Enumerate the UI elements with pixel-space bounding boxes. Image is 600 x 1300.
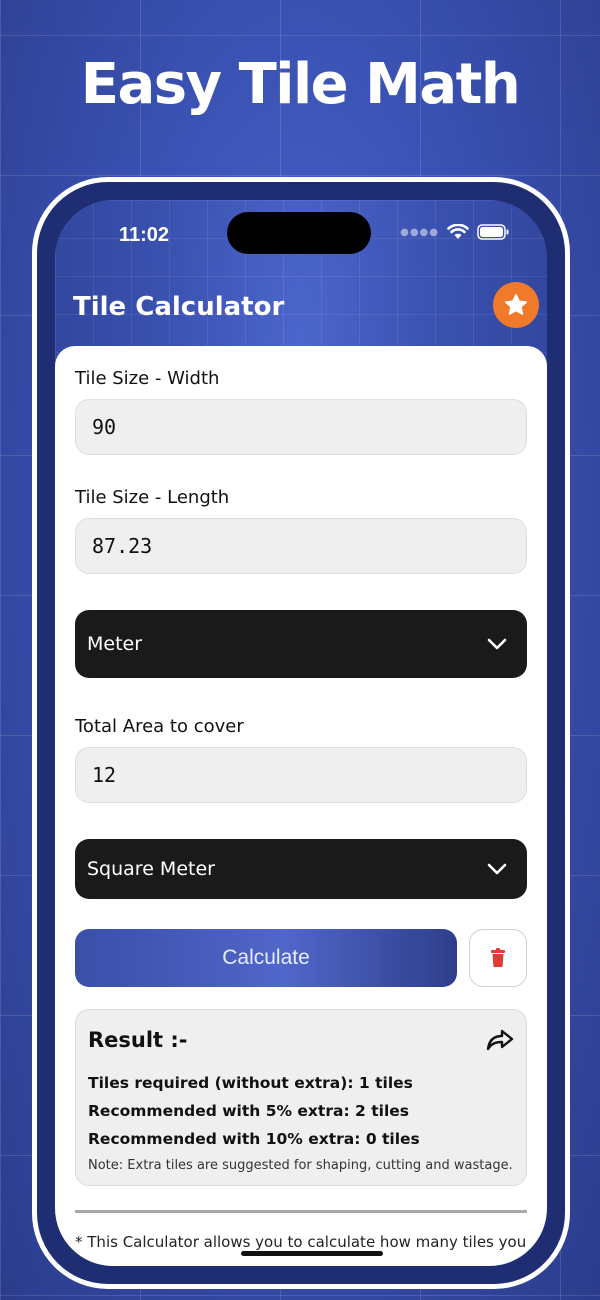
chevron-down-icon [487, 638, 507, 650]
result-line-5-percent: Recommended with 5% extra: 2 tiles [88, 1102, 409, 1120]
home-indicator [241, 1251, 383, 1256]
calculator-card: Tile Size - Width 90 Tile Size - Length … [55, 346, 547, 1266]
result-title: Result :- [88, 1028, 188, 1052]
result-line-no-extra: Tiles required (without extra): 1 tiles [88, 1074, 413, 1092]
chevron-down-icon [487, 863, 507, 875]
size-unit-value: Meter [87, 633, 143, 655]
length-value: 87.23 [92, 534, 153, 558]
width-input[interactable]: 90 [75, 399, 527, 455]
area-unit-value: Square Meter [87, 858, 215, 880]
calculate-button[interactable]: Calculate [75, 929, 457, 987]
battery-icon [477, 224, 509, 240]
width-label: Tile Size - Width [75, 368, 220, 389]
result-note: Note: Extra tiles are suggested for shap… [88, 1158, 513, 1173]
wifi-icon [447, 224, 469, 240]
divider [75, 1210, 527, 1213]
status-icons: ●●●● [400, 224, 509, 240]
result-header: Result :- [88, 1028, 514, 1052]
delete-button[interactable] [469, 929, 527, 987]
phone-screen: 11:02 ●●●● Tile Calculator Tile Size - W… [55, 200, 547, 1266]
area-label: Total Area to cover [75, 716, 244, 737]
result-line-10-percent: Recommended with 10% extra: 0 tiles [88, 1130, 420, 1148]
area-unit-dropdown[interactable]: Square Meter [75, 839, 527, 899]
area-value: 12 [92, 763, 117, 787]
size-unit-dropdown[interactable]: Meter [75, 610, 527, 678]
footer-text: * This Calculator allows you to calculat… [75, 1233, 527, 1251]
share-icon[interactable] [486, 1029, 514, 1051]
length-input[interactable]: 87.23 [75, 518, 527, 574]
action-row: Calculate [75, 929, 527, 987]
signal-icon: ●●●● [400, 226, 439, 238]
area-input[interactable]: 12 [75, 747, 527, 803]
dynamic-island [227, 212, 371, 254]
app-title: Tile Calculator [73, 292, 285, 322]
favorite-button[interactable] [493, 282, 539, 328]
width-value: 90 [92, 415, 117, 439]
star-icon [504, 293, 528, 315]
calculate-label: Calculate [222, 946, 310, 969]
headline: Easy Tile Math [80, 52, 521, 117]
result-panel: Result :- Tiles required (without extra)… [75, 1009, 527, 1186]
length-label: Tile Size - Length [75, 487, 230, 508]
phone-frame: 11:02 ●●●● Tile Calculator Tile Size - W… [32, 177, 570, 1289]
status-time: 11:02 [119, 224, 170, 246]
trash-icon [491, 948, 505, 967]
